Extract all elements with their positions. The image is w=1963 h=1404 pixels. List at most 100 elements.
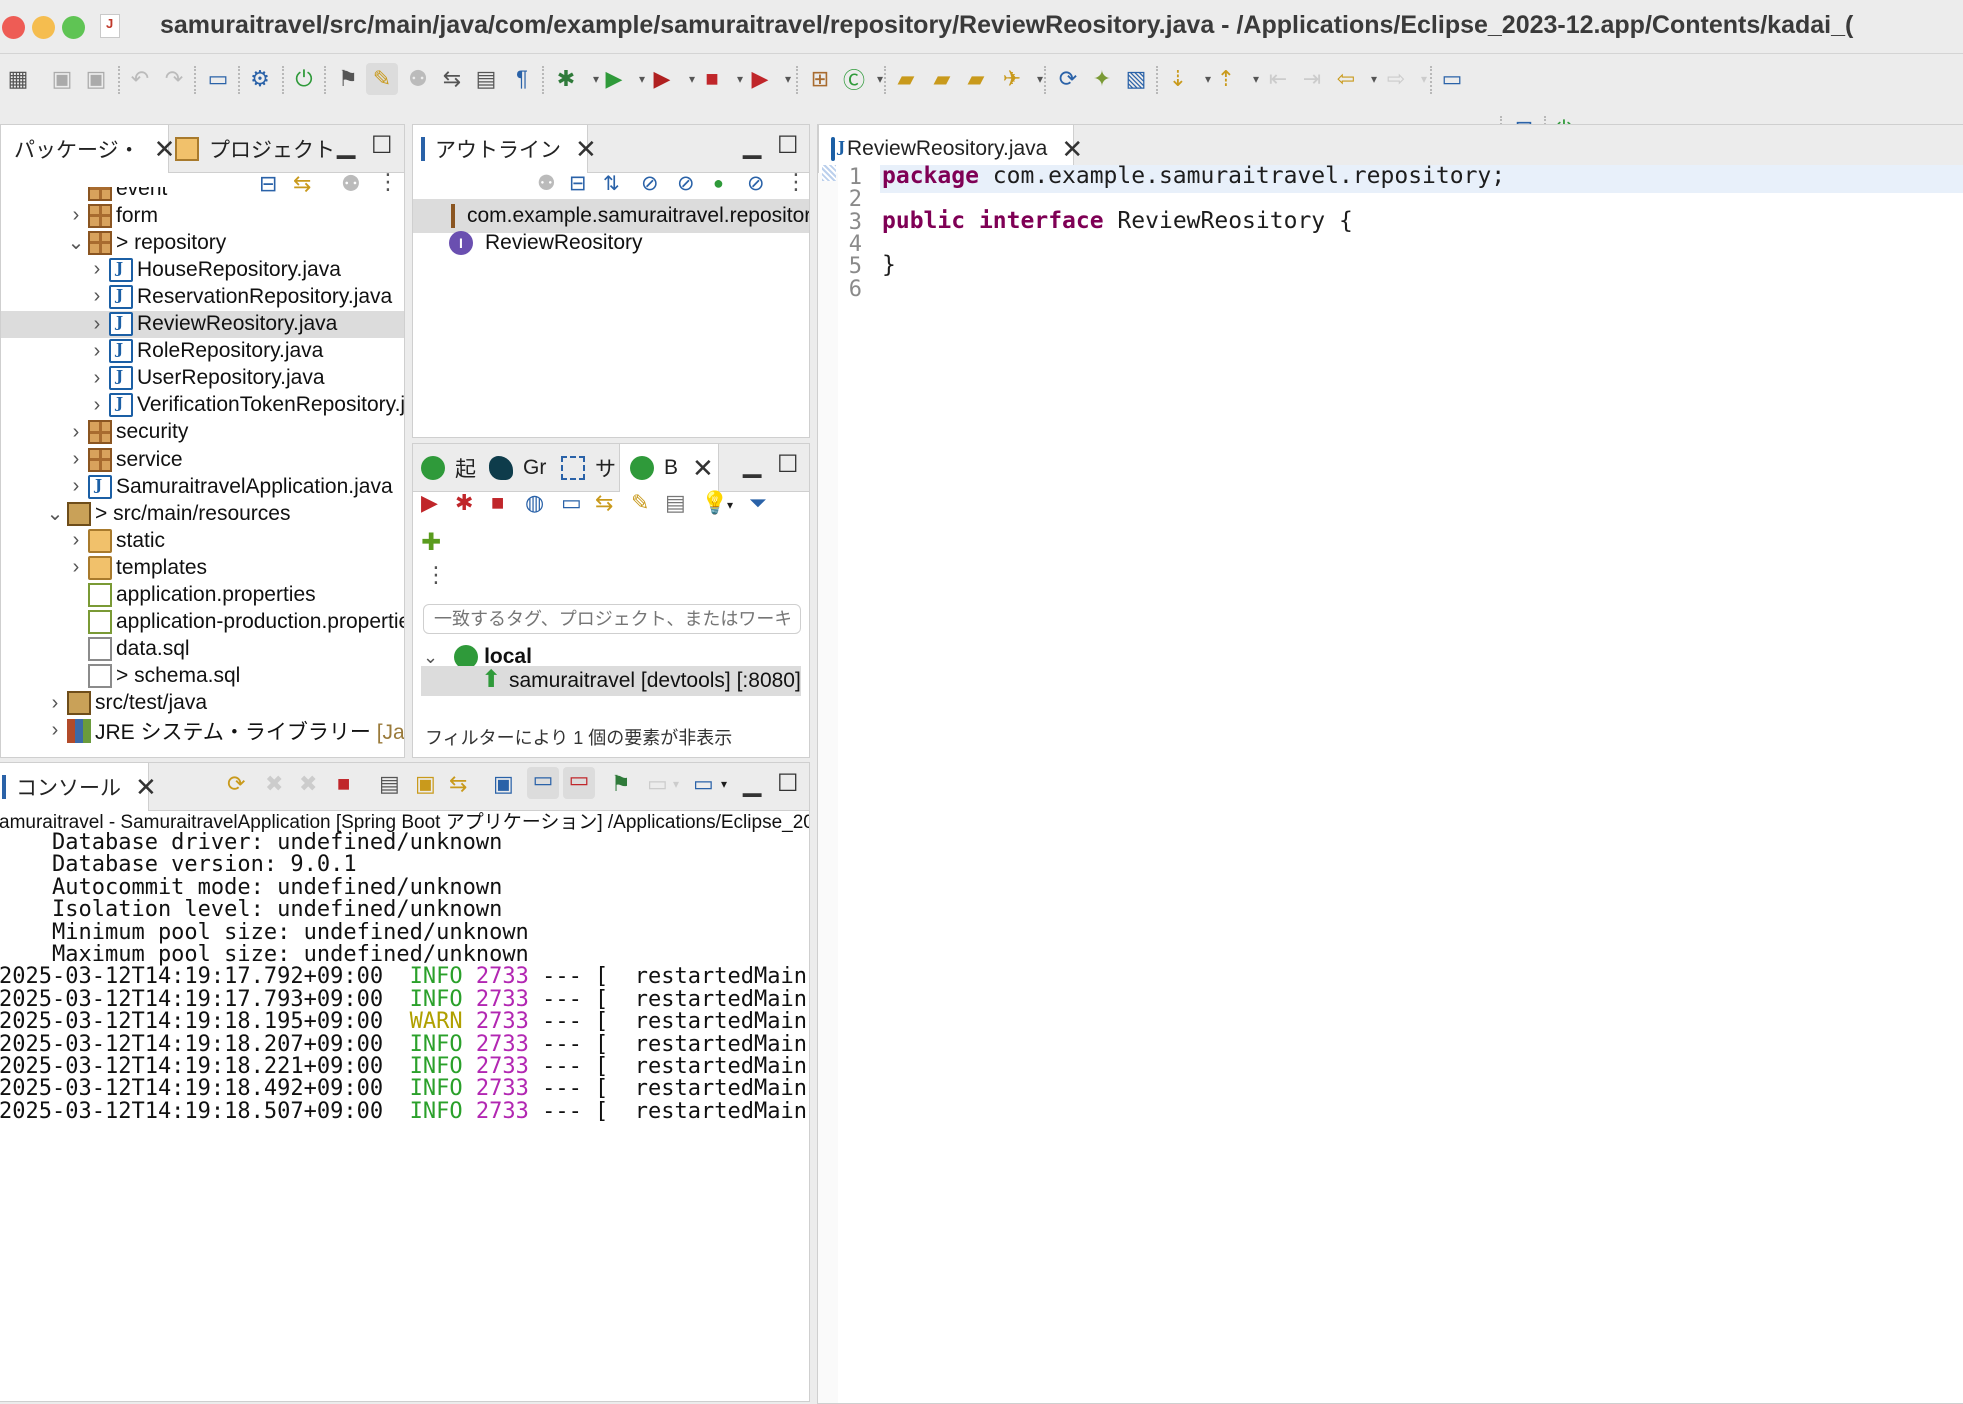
explorer-item[interactable]: › src/test/java — [1, 690, 404, 717]
code-line[interactable]: } — [882, 252, 896, 278]
clear-console-icon[interactable]: ▤ — [379, 771, 400, 797]
pin-editor-icon[interactable]: ▭ — [1436, 63, 1468, 95]
pin-console-icon[interactable]: ▣ — [493, 771, 514, 797]
explorer-item[interactable]: › UserRepository.java — [1, 365, 404, 392]
close-icon[interactable]: ✕ — [135, 772, 157, 803]
chevron-right-icon[interactable]: › — [87, 367, 107, 390]
filter-funnel-icon[interactable]: ⏷ — [749, 490, 767, 516]
explorer-item[interactable]: › security — [1, 419, 404, 446]
chevron-down-icon[interactable]: ⌄ — [45, 501, 65, 526]
hide-local-types-icon[interactable]: ⊘ — [747, 171, 765, 196]
focus-icon[interactable]: ⚉ — [537, 171, 556, 196]
zoom-window-button[interactable] — [62, 16, 85, 39]
scroll-lock-icon[interactable]: ▣ — [415, 771, 436, 797]
maximize-icon[interactable]: ☐ — [777, 450, 799, 479]
explorer-item[interactable]: application.properties — [1, 582, 404, 609]
open-task-icon[interactable]: ▰ — [926, 63, 958, 95]
remove-launch-icon[interactable]: ✖ — [265, 771, 283, 797]
tab-servers[interactable]: サ — [561, 444, 616, 492]
open-console-icon[interactable]: ▭ — [693, 771, 714, 797]
open-browser-globe-icon[interactable]: ◍ — [525, 490, 544, 516]
explorer-item[interactable]: › RoleRepository.java — [1, 338, 404, 365]
chevron-right-icon[interactable]: › — [66, 204, 86, 227]
open-type-icon[interactable]: ▰ — [890, 63, 922, 95]
settings-gear-icon[interactable]: ⚙ — [244, 63, 276, 95]
chevron-right-icon[interactable]: › — [66, 556, 86, 579]
whitespace-pilcrow-icon[interactable]: ¶ — [506, 63, 538, 95]
spring-wizard-icon[interactable]: ✦ — [1086, 63, 1118, 95]
minimize-icon[interactable]: ▁ — [743, 131, 761, 160]
maximize-icon[interactable]: ☐ — [777, 131, 799, 160]
chevron-right-icon[interactable]: › — [87, 313, 107, 336]
code-line[interactable]: package com.example.samuraitravel.reposi… — [882, 163, 1505, 189]
explorer-item[interactable]: ⌄ > src/main/resources — [1, 500, 404, 527]
tab-outline[interactable]: アウトライン ✕ — [413, 125, 597, 173]
bookmark-icon[interactable]: ⚑ — [332, 63, 364, 95]
chevron-right-icon[interactable]: › — [45, 719, 65, 742]
hide-static-icon[interactable]: ⊘ — [677, 171, 695, 196]
save-all-icon[interactable]: ▣ — [80, 63, 112, 95]
save-icon[interactable]: ▣ — [46, 63, 78, 95]
pin-icon[interactable]: ⚑ — [611, 771, 631, 797]
stop-icon[interactable]: ■ — [491, 490, 504, 516]
close-icon[interactable]: ✕ — [154, 134, 176, 165]
go-to-project-icon[interactable]: ⇆ — [595, 490, 613, 516]
app-row-samuraitravel[interactable]: ⬆ samuraitravel [devtools] [:8080] — [421, 666, 801, 696]
chevron-right-icon[interactable]: › — [87, 394, 107, 417]
run-external-icon[interactable]: ▶ — [646, 63, 678, 95]
edit-pencil-icon[interactable]: ✎ — [631, 490, 649, 516]
close-icon[interactable]: ✕ — [575, 134, 597, 165]
debug-restart-icon[interactable]: ✱ — [455, 490, 473, 516]
sort-az-icon[interactable]: ⇅ — [603, 171, 620, 196]
chevron-down-icon[interactable]: ⌄ — [423, 647, 438, 668]
previous-annotation-icon[interactable]: ⇡ — [1210, 63, 1242, 95]
chevron-right-icon[interactable]: › — [66, 421, 86, 444]
tab-project[interactable]: プロジェクト — [175, 125, 335, 173]
undo-icon[interactable]: ↶ — [124, 63, 156, 95]
console-output[interactable]: Database driver: undefined/unknown Datab… — [0, 829, 809, 1401]
hide-nonpublic-icon[interactable]: ● — [713, 173, 724, 194]
explorer-item[interactable]: event — [1, 187, 404, 202]
minimize-icon[interactable]: ▁ — [743, 769, 761, 798]
hide-fields-icon[interactable]: ⊘ — [641, 171, 659, 196]
terminate-icon[interactable]: ■ — [337, 771, 350, 797]
view-menu-icon[interactable]: ⋮ — [425, 562, 447, 588]
explorer-item[interactable]: › static — [1, 527, 404, 554]
tab-package-explorer[interactable]: パッケージ・ ✕ — [1, 125, 175, 173]
restart-icon[interactable]: ▶ — [421, 490, 438, 516]
relaunch-icon[interactable]: ⟳ — [227, 771, 245, 797]
block-select-icon[interactable]: ▤ — [470, 63, 502, 95]
close-icon[interactable]: ✕ — [692, 453, 714, 484]
show-on-stderr-icon[interactable]: ▭ — [563, 767, 595, 799]
new-icon[interactable]: ▦ — [2, 63, 34, 95]
chevron-right-icon[interactable]: › — [45, 692, 65, 715]
chevron-right-icon[interactable]: › — [66, 529, 86, 552]
lightbulb-icon[interactable]: 💡 — [701, 490, 728, 516]
explorer-item[interactable]: › SamuraitravelApplication.java — [1, 473, 404, 500]
chevron-right-icon[interactable]: › — [87, 340, 107, 363]
chevron-down-icon[interactable]: ⌄ — [66, 230, 86, 255]
tab-run[interactable]: 起 — [421, 444, 476, 492]
new-package-icon[interactable]: ⊞ — [804, 63, 836, 95]
add-plus-icon[interactable]: ✚ — [421, 528, 441, 557]
chevron-right-icon[interactable]: › — [87, 285, 107, 308]
redo-icon[interactable]: ↷ — [158, 63, 190, 95]
explorer-item[interactable]: › form — [1, 202, 404, 229]
highlight-pen-icon[interactable]: ✎ — [366, 63, 398, 95]
chevron-right-icon[interactable]: › — [66, 448, 86, 471]
properties-table-icon[interactable]: ▤ — [665, 490, 686, 516]
close-icon[interactable]: ✕ — [1061, 134, 1083, 165]
maximize-icon[interactable]: ☐ — [777, 769, 799, 798]
next-annotation-icon[interactable]: ⇣ — [1162, 63, 1194, 95]
toggle-icon[interactable]: ⚉ — [402, 63, 434, 95]
chevron-down-icon[interactable]: ▾ — [727, 498, 733, 512]
open-resource-icon[interactable]: ▰ — [960, 63, 992, 95]
chevron-right-icon[interactable]: › — [87, 258, 107, 281]
maximize-icon[interactable]: ☐ — [371, 131, 393, 160]
minimize-icon[interactable]: ▁ — [743, 450, 761, 479]
forward-edit-icon[interactable]: ⇥ — [1296, 63, 1328, 95]
view-menu-icon[interactable]: ⋮ — [785, 169, 807, 195]
refresh-sync-icon[interactable]: ⟳ — [1052, 63, 1084, 95]
terminal-icon[interactable]: ▭ — [202, 63, 234, 95]
tab-boot-dashboard[interactable]: B ✕ — [619, 444, 719, 492]
